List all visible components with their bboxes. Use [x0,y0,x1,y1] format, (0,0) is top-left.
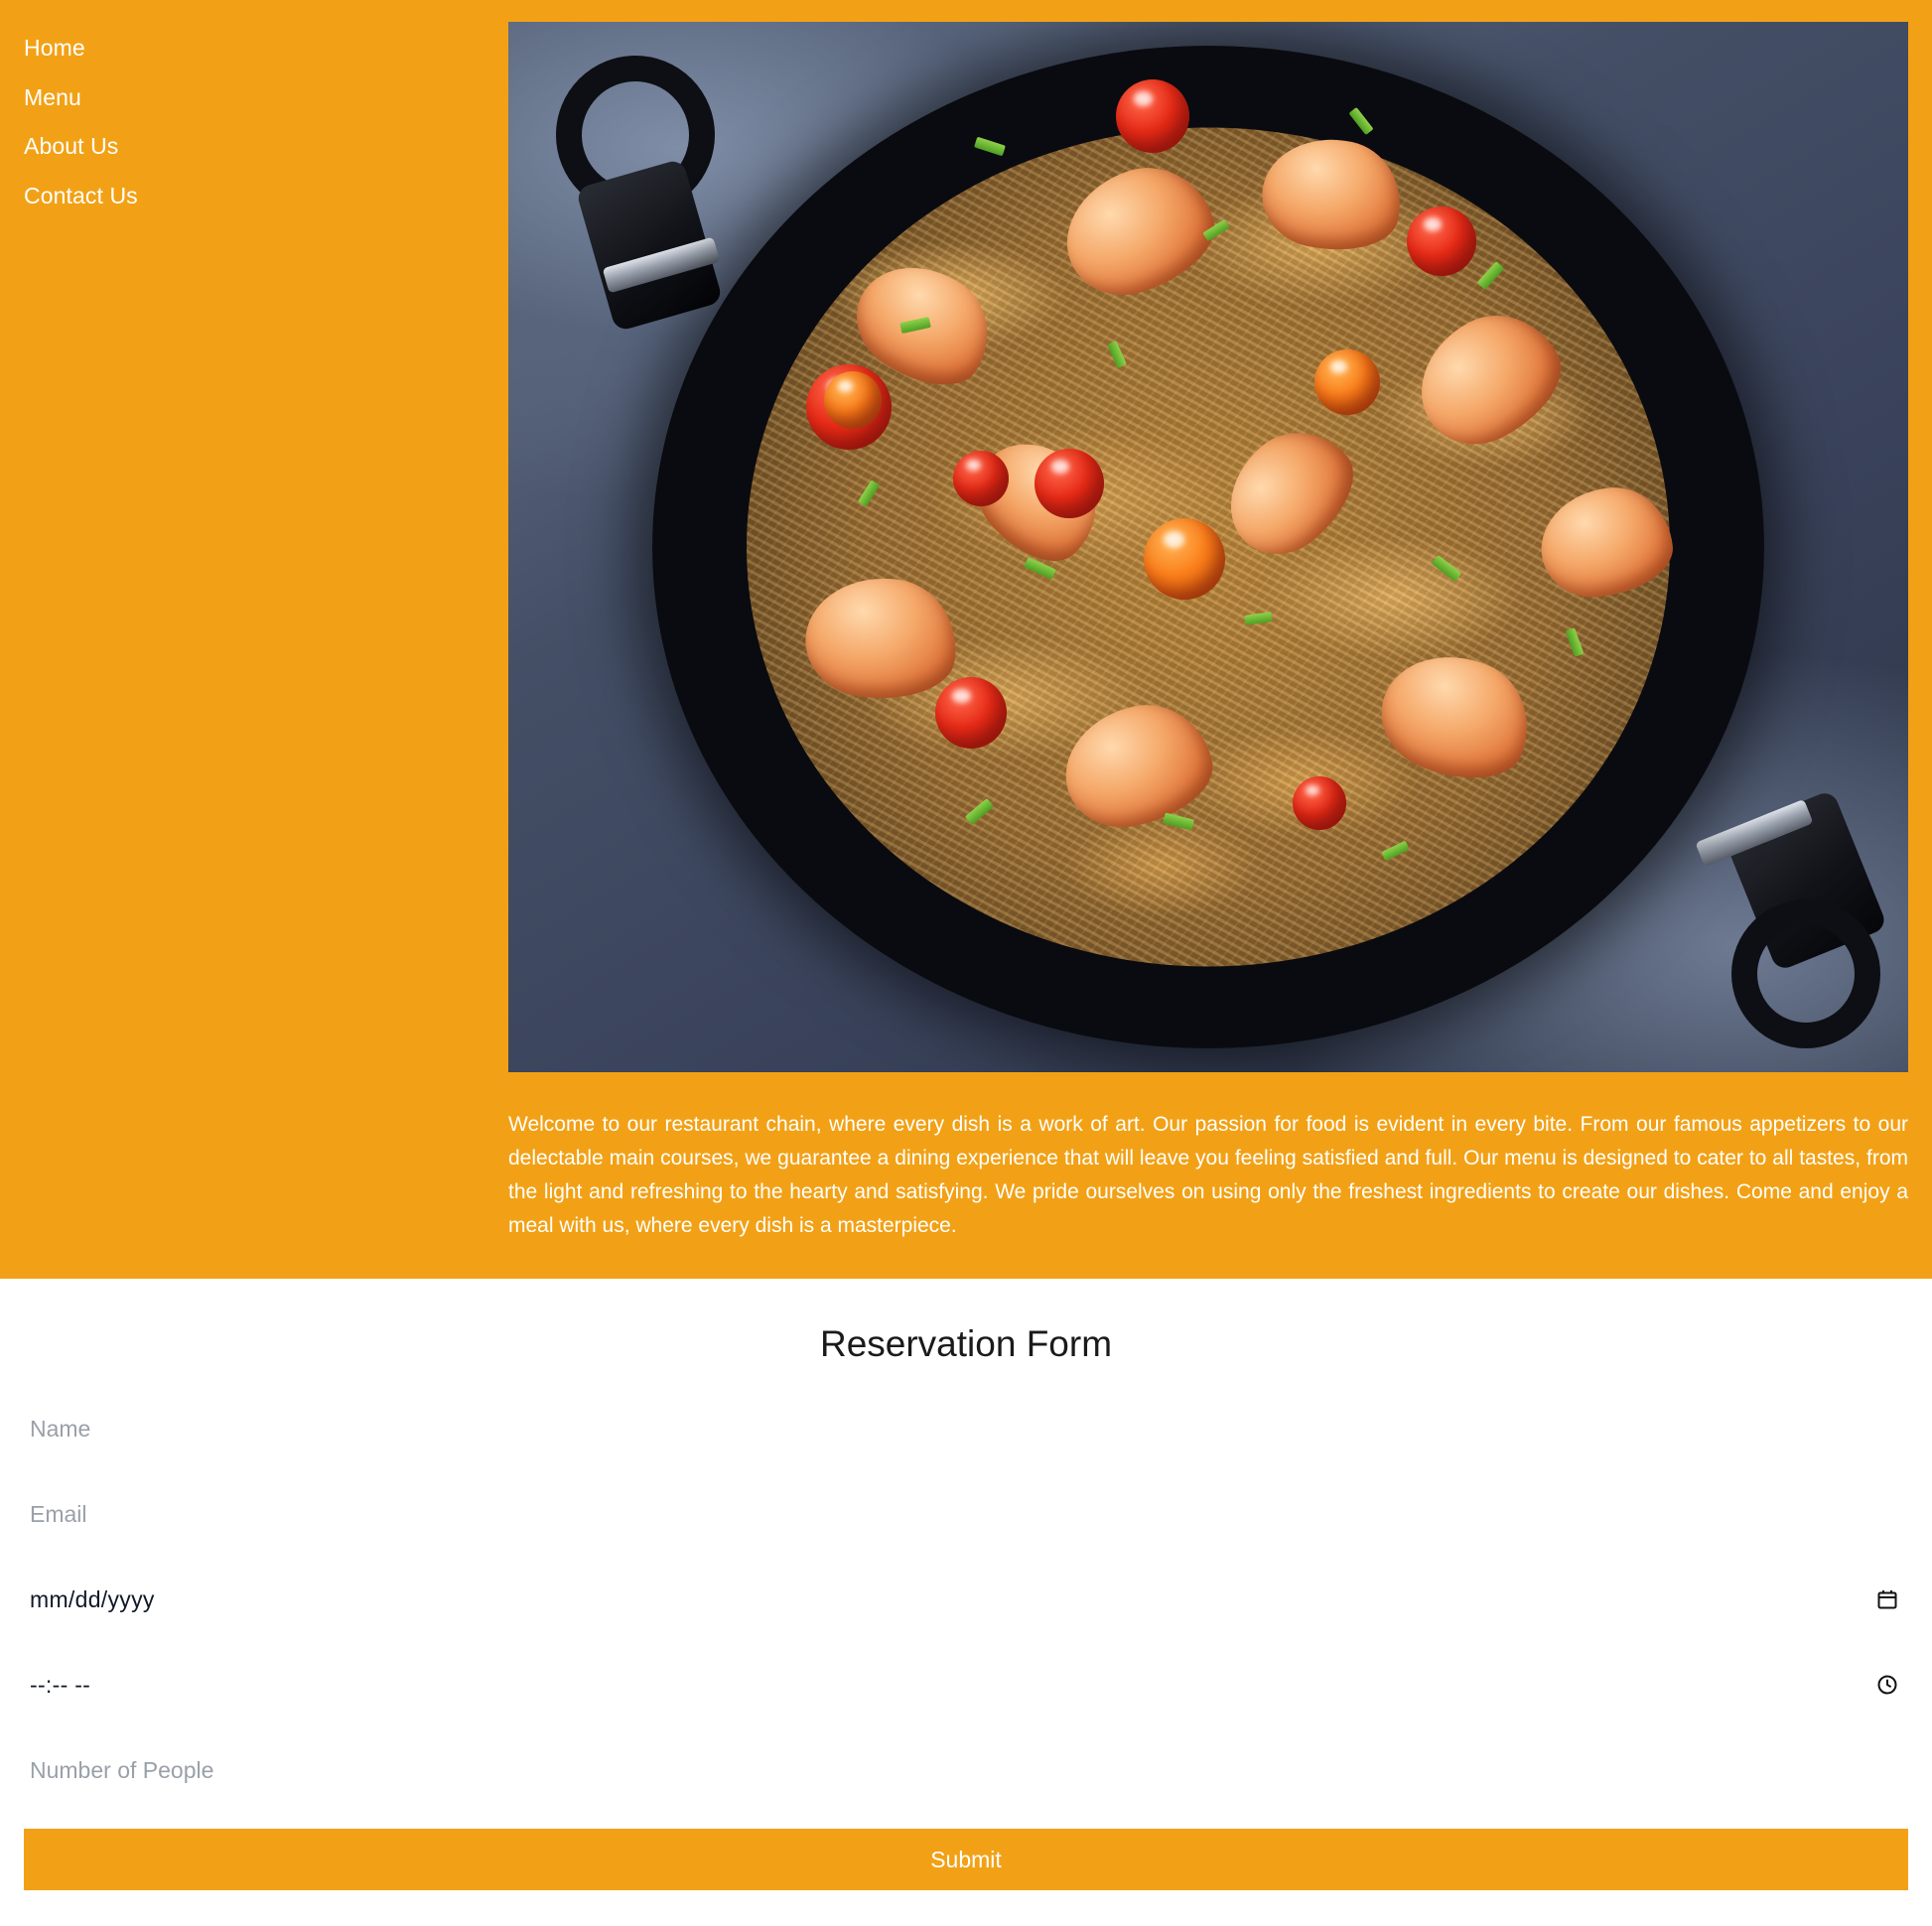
reservation-form: mm/dd/yyyy --:-- -- Submi [24,1402,1908,1891]
cherry-tomato [824,371,882,429]
email-field-wrapper [24,1487,1908,1542]
name-field-wrapper [24,1402,1908,1456]
time-field-wrapper[interactable]: --:-- -- [24,1658,1908,1712]
sidebar-item-contact-us[interactable]: Contact Us [0,172,508,221]
pan-handle-ring-right [1731,899,1880,1048]
date-input[interactable]: mm/dd/yyyy [24,1586,155,1613]
submit-button[interactable]: Submit [24,1829,1908,1891]
email-input[interactable] [24,1487,1908,1542]
cherry-tomato [935,677,1007,749]
welcome-paragraph: Welcome to our restaurant chain, where e… [508,1113,1908,1238]
cherry-tomato [953,451,1009,506]
number-of-people-input[interactable] [24,1743,1908,1798]
cherry-tomato [1116,79,1189,153]
sidebar-item-home[interactable]: Home [0,24,508,73]
date-field-wrapper[interactable]: mm/dd/yyyy [24,1573,1908,1626]
sidebar-item-about-us[interactable]: About Us [0,122,508,172]
cherry-tomato [1035,449,1104,518]
time-input[interactable]: --:-- -- [24,1672,90,1699]
hero-section: Home Menu About Us Contact Us Welcome to… [0,0,1932,1279]
sidebar-nav: Home Menu About Us Contact Us [0,0,508,220]
cherry-tomato [1407,206,1476,276]
clock-icon[interactable] [1874,1672,1900,1698]
cherry-tomato [1314,349,1380,415]
calendar-icon[interactable] [1874,1586,1900,1612]
hero-food-image [508,22,1908,1072]
name-input[interactable] [24,1402,1908,1456]
reservation-form-section: Reservation Form mm/dd/yyyy --:-- -- [0,1279,1932,1891]
cherry-tomato [1144,518,1225,600]
cherry-tomato [1293,776,1346,830]
hero-content: Welcome to our restaurant chain, where e… [508,0,1932,1243]
sidebar-item-menu[interactable]: Menu [0,73,508,123]
people-field-wrapper [24,1743,1908,1798]
form-title: Reservation Form [819,1323,1113,1364]
